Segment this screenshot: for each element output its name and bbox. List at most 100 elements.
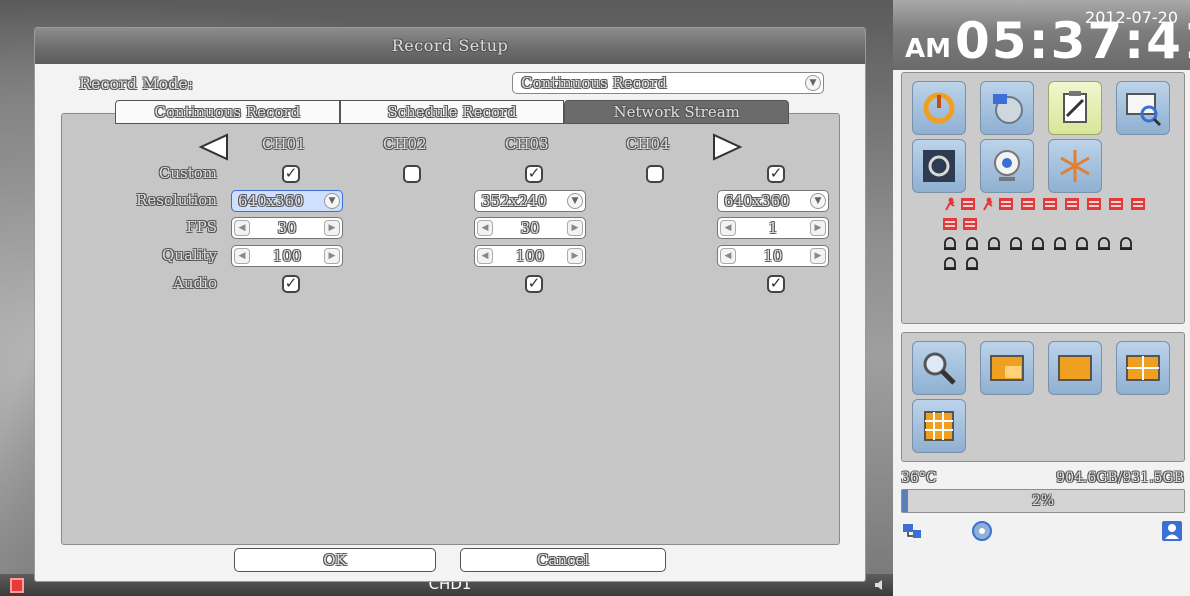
increment-icon[interactable]: ▶ (810, 220, 826, 236)
disk-usage-percent: 2% (1031, 493, 1055, 509)
resolution-label: Resolution (136, 191, 217, 209)
clock-ampm: AM (905, 34, 951, 64)
chevron-down-icon: ▼ (324, 193, 340, 209)
motion-alarm-icon (983, 197, 993, 211)
ok-button[interactable]: OK (234, 548, 436, 572)
video-loss-icon (1087, 198, 1101, 210)
sensor-icon (966, 257, 978, 270)
disk-usage-bar: 2% (901, 489, 1185, 513)
quality-value: 100 (515, 247, 545, 265)
video-loss-icon (963, 218, 977, 230)
channel-header-ch02: CH02 (383, 135, 427, 153)
record-setup-dialog: Record Setup Record Mode: Continuous Rec… (34, 27, 866, 582)
record-tabs: Continuous Record Schedule Record Networ… (115, 100, 790, 124)
single-view-icon[interactable] (980, 341, 1034, 395)
decrement-icon[interactable]: ◀ (234, 248, 250, 264)
fps-stepper-ch05[interactable]: ◀ 1 ▶ (717, 217, 829, 239)
disk-icon[interactable] (971, 520, 993, 542)
speaker-icon (875, 580, 882, 590)
camera-search-icon[interactable] (912, 139, 966, 193)
webcam-icon[interactable] (980, 139, 1034, 193)
user-icon[interactable] (1161, 520, 1183, 542)
record-mode-select[interactable]: Continuous Record ▼ (512, 72, 824, 94)
increment-icon[interactable]: ▶ (324, 220, 340, 236)
video-loss-icon (943, 218, 957, 230)
custom-checkbox-ch01[interactable]: ✓ (282, 165, 300, 183)
channel-header-ch03: CH03 (505, 135, 549, 153)
snowflake-icon[interactable] (1048, 139, 1102, 193)
exit-icon[interactable] (912, 81, 966, 135)
tab-continuous-record[interactable]: Continuous Record (115, 100, 340, 124)
quality-stepper-ch01[interactable]: ◀ 100 ▶ (231, 245, 343, 267)
chevron-down-icon: ▼ (805, 75, 821, 91)
increment-icon[interactable]: ▶ (324, 248, 340, 264)
quality-value: 10 (763, 247, 783, 265)
decrement-icon[interactable]: ◀ (477, 220, 493, 236)
record-mode-label: Record Mode: (79, 74, 194, 93)
custom-checkbox-ch02[interactable] (403, 165, 421, 183)
quality-value: 100 (272, 247, 302, 265)
increment-icon[interactable]: ▶ (567, 220, 583, 236)
custom-checkbox-ch03[interactable]: ✓ (525, 165, 543, 183)
custom-checkbox-ch04[interactable] (646, 165, 664, 183)
system-icon[interactable] (980, 81, 1034, 135)
record-status-icon (10, 578, 24, 593)
custom-checkbox-ch05[interactable]: ✓ (767, 165, 785, 183)
resolution-select-ch05[interactable]: 640x360 ▼ (717, 190, 829, 212)
cancel-button[interactable]: Cancel (460, 548, 666, 572)
video-loss-icon (1043, 198, 1057, 210)
fps-value: 30 (277, 219, 297, 237)
full-view-icon[interactable] (1048, 341, 1102, 395)
function-panel (901, 72, 1185, 324)
sensor-icon (1032, 237, 1044, 250)
resolution-value: 640x360 (724, 192, 790, 210)
next-channel-icon[interactable] (710, 133, 744, 161)
tab-schedule-record[interactable]: Schedule Record (339, 100, 565, 124)
fps-value: 30 (520, 219, 540, 237)
video-loss-icon (1109, 198, 1123, 210)
audio-checkbox-ch05[interactable]: ✓ (767, 275, 785, 293)
quality-stepper-ch05[interactable]: ◀ 10 ▶ (717, 245, 829, 267)
sensor-icon (1054, 237, 1066, 250)
video-loss-icon (1021, 198, 1035, 210)
fps-label: FPS (186, 218, 217, 236)
increment-icon[interactable]: ▶ (567, 248, 583, 264)
prev-channel-icon[interactable] (197, 133, 231, 161)
resolution-select-ch01[interactable]: 640x360 ▼ (231, 190, 343, 212)
decrement-icon[interactable]: ◀ (477, 248, 493, 264)
video-loss-icon (1131, 198, 1145, 210)
decrement-icon[interactable]: ◀ (234, 220, 250, 236)
sensor-icon (988, 237, 1000, 250)
network-icon[interactable] (901, 520, 923, 542)
quality-stepper-ch03[interactable]: ◀ 100 ▶ (474, 245, 586, 267)
audio-checkbox-ch01[interactable]: ✓ (282, 275, 300, 293)
sensor-icon (1076, 237, 1088, 250)
resolution-value: 640x360 (238, 192, 304, 210)
quad-view-icon[interactable] (1116, 341, 1170, 395)
clock-bar: 2012-07-20 AM 05:37:41 (893, 0, 1190, 70)
audio-checkbox-ch03[interactable]: ✓ (525, 275, 543, 293)
channel-header-ch04: CH04 (626, 135, 670, 153)
sensor-icon (1120, 237, 1132, 250)
resolution-select-ch03[interactable]: 352x240 ▼ (474, 190, 586, 212)
sensor-icon (944, 257, 956, 270)
record-mode-value: Continuous Record (521, 74, 667, 92)
increment-icon[interactable]: ▶ (810, 248, 826, 264)
decrement-icon[interactable]: ◀ (720, 248, 736, 264)
sensor-icon (1010, 237, 1022, 250)
search-icon[interactable] (912, 341, 966, 395)
grid-view-icon[interactable] (912, 399, 966, 453)
disk-usage-readout: 904.6GB/931.5GB (1056, 470, 1184, 486)
sensor-icon (944, 237, 956, 250)
fps-stepper-ch01[interactable]: ◀ 30 ▶ (231, 217, 343, 239)
tab-network-stream[interactable]: Network Stream (564, 100, 790, 124)
view-panel (901, 332, 1185, 462)
record-setup-icon[interactable] (1048, 81, 1102, 135)
dialog-title: Record Setup (35, 28, 865, 64)
motion-alarm-icon (945, 197, 955, 211)
playback-search-icon[interactable] (1116, 81, 1170, 135)
fps-stepper-ch03[interactable]: ◀ 30 ▶ (474, 217, 586, 239)
decrement-icon[interactable]: ◀ (720, 220, 736, 236)
quality-label: Quality (162, 246, 217, 264)
channel-header-ch01: CH01 (262, 135, 306, 153)
